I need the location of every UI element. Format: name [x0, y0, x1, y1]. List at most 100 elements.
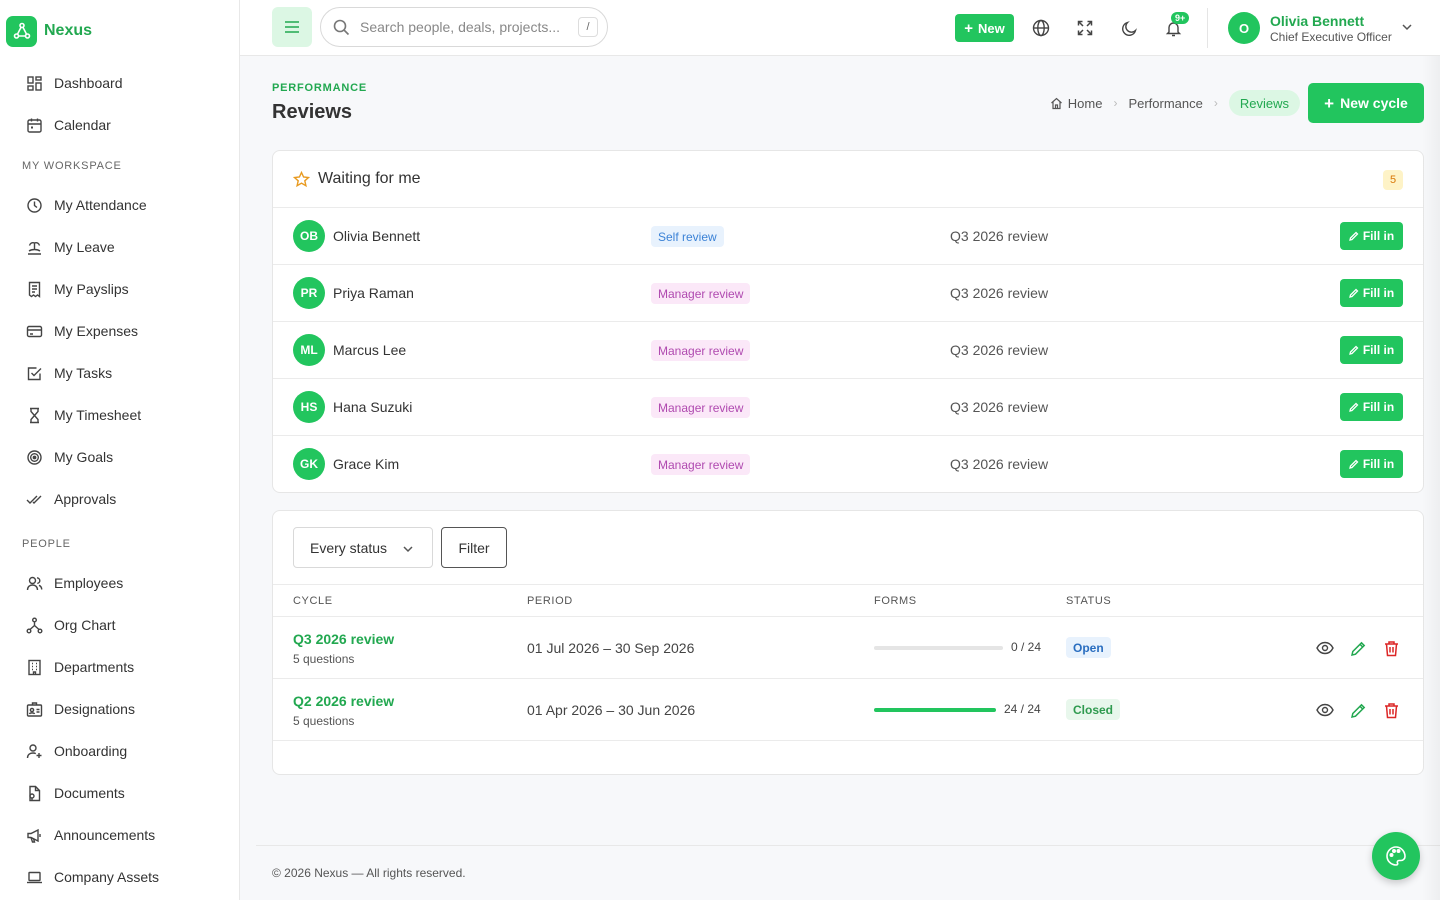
sidebar-item-approvals[interactable]: Approvals	[0, 478, 239, 520]
breadcrumb-performance[interactable]: Performance	[1128, 96, 1202, 111]
sidebar-item-company-assets[interactable]: Company Assets	[0, 856, 239, 898]
pencil-icon	[1348, 288, 1359, 298]
new-button[interactable]: + New	[955, 14, 1014, 42]
fill-in-label: Fill in	[1362, 286, 1395, 300]
plus-icon: +	[1324, 93, 1335, 113]
edit-button[interactable]	[1348, 638, 1368, 658]
sidebar-item-onboarding[interactable]: Onboarding	[0, 730, 239, 772]
sidebar-item-my-timesheet[interactable]: My Timesheet	[0, 394, 239, 436]
pencil-icon	[1348, 231, 1359, 241]
eye-icon	[1316, 641, 1334, 655]
column-header-forms[interactable]: FORMS	[874, 595, 917, 607]
plus-icon: +	[964, 19, 974, 37]
column-header-period[interactable]: PERIOD	[527, 595, 573, 607]
sidebar-item-label: Org Chart	[54, 617, 116, 633]
language-button[interactable]	[1021, 8, 1061, 48]
user-avatar[interactable]: O	[1228, 12, 1260, 44]
review-type-badge: Self review	[651, 226, 724, 247]
hourglass-icon	[30, 407, 39, 423]
view-button[interactable]	[1315, 700, 1335, 720]
sidebar-item-label: My Timesheet	[54, 407, 142, 423]
sidebar-item-my-leave[interactable]: My Leave	[0, 226, 239, 268]
view-button[interactable]	[1315, 638, 1335, 658]
fill-in-label: Fill in	[1362, 400, 1395, 414]
edit-button[interactable]	[1348, 700, 1368, 720]
sidebar-item-label: Employees	[54, 575, 124, 591]
sidebar-item-my-attendance[interactable]: My Attendance	[0, 184, 239, 226]
notifications-button[interactable]: 9+	[1153, 8, 1193, 48]
users-icon	[26, 576, 43, 590]
fill-in-button[interactable]: Fill in	[1340, 222, 1403, 250]
status-filter-select[interactable]: Every status	[293, 527, 433, 568]
delete-button[interactable]	[1381, 638, 1401, 658]
sidebar-item-label: Dashboard	[54, 75, 123, 91]
fill-in-button[interactable]: Fill in	[1340, 393, 1403, 421]
chevron-down-icon	[403, 546, 413, 553]
theme-toggle-button[interactable]	[1109, 8, 1149, 48]
waiting-row: ML Marcus Lee Manager review Q3 2026 review…	[273, 322, 1423, 379]
avatar: OB	[293, 220, 325, 252]
avatar: ML	[293, 334, 325, 366]
menu-toggle-button[interactable]	[272, 7, 312, 47]
new-cycle-button[interactable]: + New cycle	[1308, 83, 1424, 123]
fullscreen-button[interactable]	[1065, 8, 1105, 48]
search-input[interactable]	[360, 19, 560, 35]
fill-in-label: Fill in	[1362, 229, 1395, 243]
cycle-name-link[interactable]: Q2 2026 review	[293, 693, 394, 709]
sidebar-item-departments[interactable]: Departments	[0, 646, 239, 688]
sidebar-item-label: Calendar	[54, 117, 111, 133]
review-cycle-name: Q3 2026 review	[950, 399, 1049, 415]
home-icon	[1050, 97, 1062, 109]
sidebar-item-my-expenses[interactable]: My Expenses	[0, 310, 239, 352]
sidebar-item-dashboard[interactable]: Dashboard	[0, 62, 239, 104]
moon-icon	[1121, 20, 1137, 36]
fill-in-button[interactable]: Fill in	[1340, 450, 1403, 478]
theme-customizer-button[interactable]	[1372, 832, 1420, 880]
sidebar-item-calendar[interactable]: Calendar	[0, 104, 239, 146]
user-name[interactable]: Olivia Bennett	[1270, 13, 1364, 29]
waiting-count-badge: 5	[1383, 170, 1403, 190]
fill-in-button[interactable]: Fill in	[1340, 279, 1403, 307]
sidebar-item-employees[interactable]: Employees	[0, 562, 239, 604]
chevron-down-icon	[1402, 24, 1412, 31]
cycle-name-link[interactable]: Q3 2026 review	[293, 631, 394, 647]
review-cycle-name: Q3 2026 review	[950, 342, 1049, 358]
delete-button[interactable]	[1381, 700, 1401, 720]
sidebar-item-announcements[interactable]: Announcements	[0, 814, 239, 856]
cycle-question-count: 5 questions	[293, 714, 355, 728]
sidebar-item-label: Approvals	[54, 491, 117, 507]
column-header-cycle[interactable]: CYCLE	[293, 595, 333, 607]
brand[interactable]: Nexus	[0, 0, 239, 62]
table-row: Q3 2026 review 5 questions 01 Jul 2026 – 3…	[273, 617, 1423, 679]
pencil-icon	[1348, 345, 1359, 355]
task-check-icon	[27, 366, 42, 380]
pencil-icon	[1348, 459, 1359, 469]
sidebar-item-my-tasks[interactable]: My Tasks	[0, 352, 239, 394]
forms-count: 0 / 24	[1011, 640, 1042, 654]
waiting-row: GK Grace Kim Manager review Q3 2026 review F…	[273, 436, 1423, 493]
global-search[interactable]: /	[320, 7, 608, 47]
user-menu-toggle[interactable]	[1400, 20, 1414, 37]
fill-in-label: Fill in	[1362, 343, 1395, 357]
reviewee-name: Priya Raman	[333, 285, 414, 301]
sidebar-item-designations[interactable]: Designations	[0, 688, 239, 730]
review-cycle-name: Q3 2026 review	[950, 456, 1049, 472]
eye-icon	[1316, 703, 1334, 717]
nexus-logo-icon	[6, 15, 37, 47]
cycle-period: 01 Jul 2026 – 30 Sep 2026	[527, 640, 695, 656]
filter-button[interactable]: Filter	[441, 527, 507, 568]
sidebar-item-documents[interactable]: Documents	[0, 772, 239, 814]
sidebar-item-my-goals[interactable]: My Goals	[0, 436, 239, 478]
sidebar-item-label: Documents	[54, 785, 125, 801]
breadcrumb-home[interactable]: Home	[1050, 96, 1102, 111]
review-type-badge: Manager review	[651, 340, 751, 361]
megaphone-icon	[27, 828, 41, 843]
search-shortcut-key: /	[578, 17, 598, 37]
id-badge-icon	[26, 701, 43, 717]
column-header-status[interactable]: STATUS	[1066, 595, 1111, 607]
sidebar-item-my-payslips[interactable]: My Payslips	[0, 268, 239, 310]
sidebar-item-org-chart[interactable]: Org Chart	[0, 604, 239, 646]
sidebar-item-label: My Attendance	[54, 197, 147, 213]
chevron-right-icon: ›	[1113, 96, 1118, 110]
fill-in-button[interactable]: Fill in	[1340, 336, 1403, 364]
